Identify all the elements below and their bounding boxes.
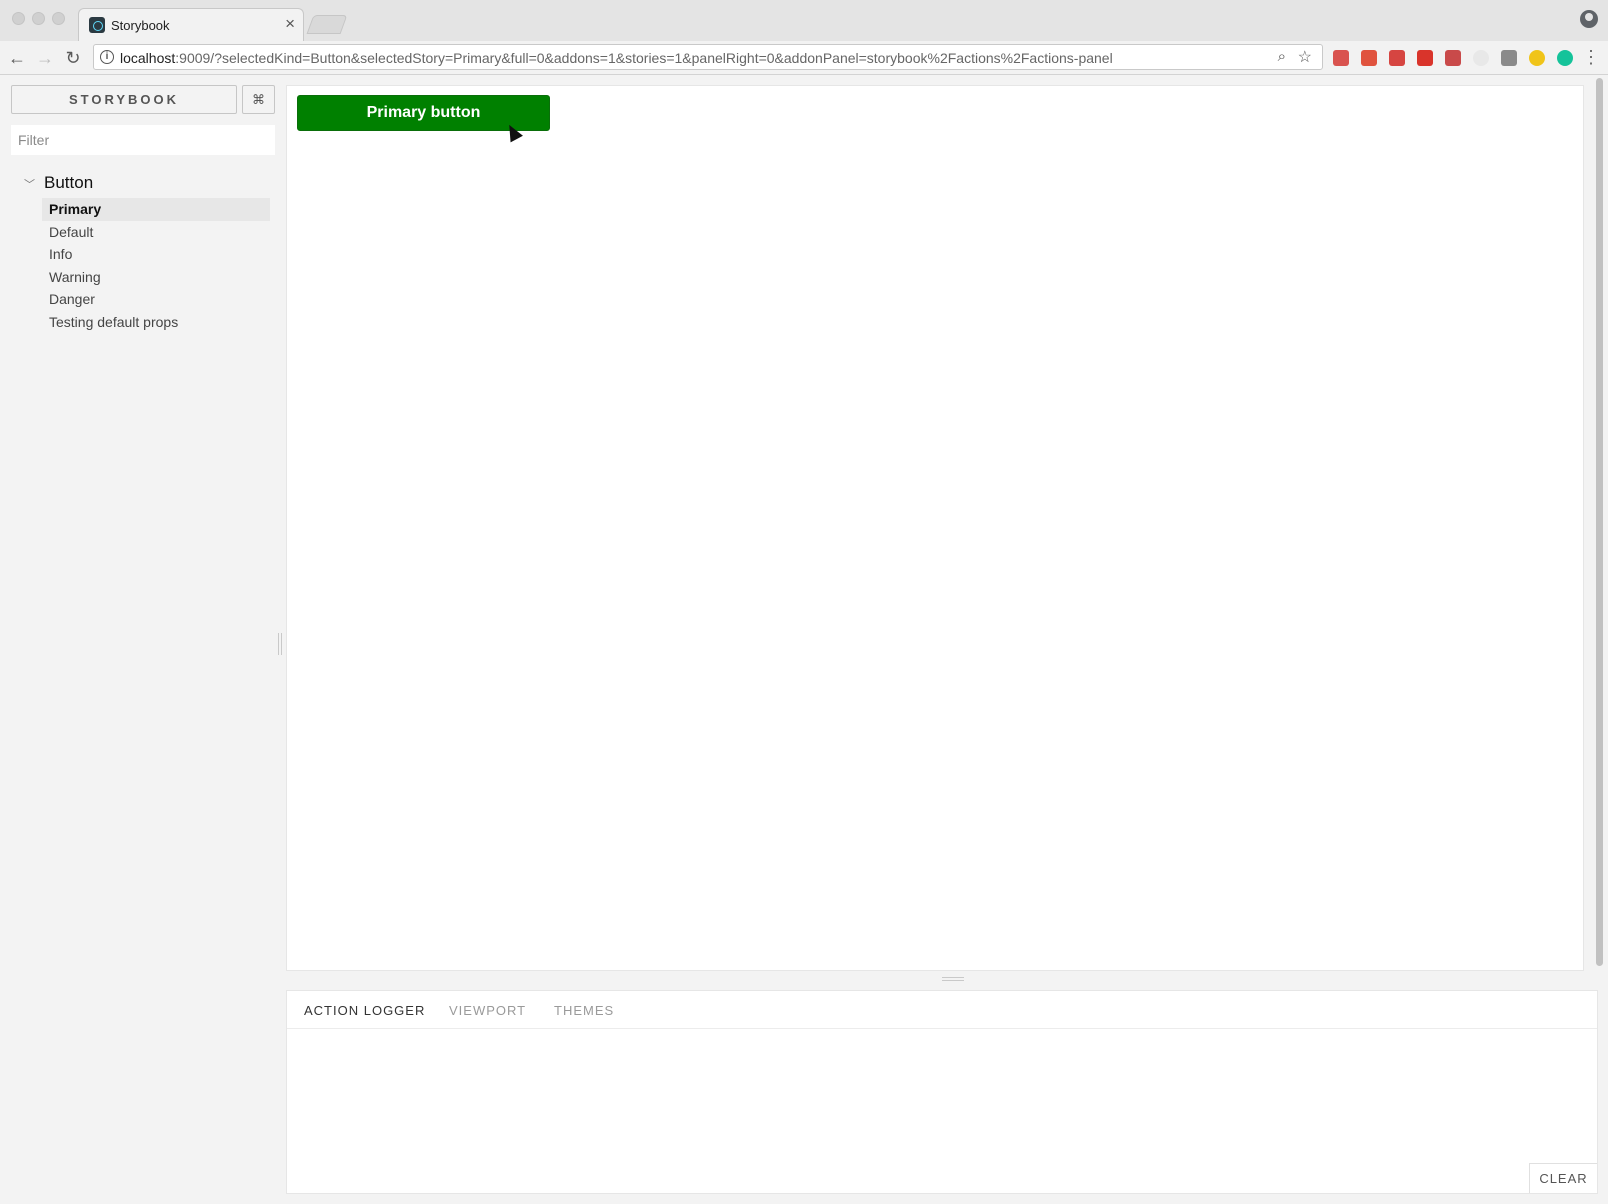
address-bar[interactable]: i localhost:9009/?selectedKind=Button&se… (93, 44, 1323, 70)
story-item[interactable]: Warning (42, 266, 270, 289)
window-minimize-control[interactable] (32, 12, 45, 25)
url-text: localhost:9009/?selectedKind=Button&sele… (120, 50, 1113, 66)
story-kind-button[interactable]: ﹀ Button (24, 173, 93, 193)
image-extension-icon[interactable] (1445, 50, 1461, 66)
profile-icon[interactable] (1580, 10, 1598, 28)
forward-icon[interactable]: → (34, 47, 56, 69)
chevron-down-icon: ﹀ (24, 179, 35, 191)
panel-resize-handle[interactable] (942, 977, 964, 981)
browser-tab[interactable]: Storybook × (78, 8, 304, 42)
story-item[interactable]: Danger (42, 288, 270, 311)
circle-extension-icon[interactable] (1473, 50, 1489, 66)
adblock-extension-icon[interactable] (1417, 50, 1433, 66)
back-icon[interactable]: ← (6, 47, 28, 69)
addon-tab[interactable]: VIEWPORT (449, 1003, 526, 1018)
reload-icon[interactable]: ↻ (62, 47, 84, 69)
story-item[interactable]: Primary (42, 198, 270, 221)
browser-tabstrip: Storybook × (0, 0, 1608, 42)
evernote-extension-icon[interactable] (1501, 50, 1517, 66)
tab-close-icon[interactable]: × (285, 15, 295, 33)
story-item[interactable]: Info (42, 243, 270, 266)
moon-extension-icon[interactable] (1529, 50, 1545, 66)
sidebar-resize-handle[interactable] (278, 633, 282, 655)
story-item[interactable]: Testing default props (42, 311, 270, 334)
browser-toolbar: ← → ↻ i localhost:9009/?selectedKind=But… (0, 41, 1608, 75)
browser-menu-icon[interactable]: ⋮ (1582, 46, 1600, 68)
grammarly-extension-icon[interactable] (1557, 50, 1573, 66)
bookmark-star-icon[interactable]: ☆ (1298, 47, 1312, 67)
preview-scrollbar[interactable] (1596, 78, 1603, 966)
addon-tabs: ACTION LOGGER VIEWPORT THEMES (287, 991, 1597, 1029)
story-filter-input[interactable] (11, 125, 275, 155)
keyboard-shortcuts-button[interactable]: ⌘ (242, 85, 275, 114)
storybook-sidebar: STORYBOOK ⌘ ﹀ Button PrimaryDefaultInfoWa… (0, 76, 282, 1204)
clear-actions-button[interactable]: CLEAR (1529, 1163, 1597, 1193)
addon-tab[interactable]: THEMES (554, 1003, 614, 1018)
calendar-extension-icon[interactable] (1333, 50, 1349, 66)
url-path: :9009/?selectedKind=Button&selectedStory… (175, 50, 1113, 66)
window-zoom-control[interactable] (52, 12, 65, 25)
opera-extension-icon[interactable] (1361, 50, 1377, 66)
story-kind-label: Button (44, 173, 94, 192)
zoom-icon[interactable]: ⌕ (1278, 48, 1286, 65)
new-tab-button[interactable] (306, 15, 348, 34)
site-info-icon[interactable]: i (100, 50, 114, 64)
addon-tab[interactable]: ACTION LOGGER (304, 1003, 425, 1018)
addon-panel: ACTION LOGGER VIEWPORT THEMES CLEAR (286, 990, 1598, 1194)
story-list: Primary Default Info Warning Danger Testing d… (42, 198, 270, 333)
story-item[interactable]: Default (42, 221, 270, 244)
shield-extension-icon[interactable] (1389, 50, 1405, 66)
url-host: localhost (120, 50, 176, 66)
storybook-favicon-icon (89, 17, 105, 33)
tab-title: Storybook (111, 18, 170, 33)
storybook-brand-button[interactable]: STORYBOOK (11, 85, 237, 114)
story-preview: Primary button (286, 85, 1584, 971)
window-close-control[interactable] (12, 12, 25, 25)
